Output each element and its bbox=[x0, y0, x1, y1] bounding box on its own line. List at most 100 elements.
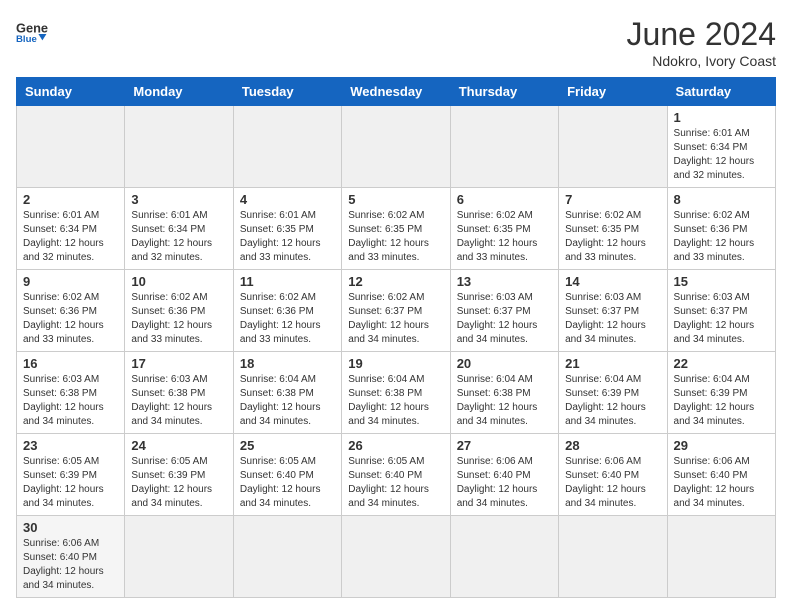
day-info: Sunrise: 6:04 AMSunset: 6:38 PMDaylight:… bbox=[457, 373, 552, 429]
day-number: 24 bbox=[131, 438, 226, 453]
calendar-day-cell: 25Sunrise: 6:05 AMSunset: 6:40 PMDayligh… bbox=[233, 434, 341, 516]
day-info: Sunrise: 6:04 AMSunset: 6:39 PMDaylight:… bbox=[674, 373, 769, 429]
page-header: General Blue June 2024 Ndokro, Ivory Coa… bbox=[16, 16, 776, 69]
weekday-header: Monday bbox=[125, 78, 233, 106]
day-number: 9 bbox=[23, 274, 118, 289]
day-number: 26 bbox=[348, 438, 443, 453]
calendar-day-cell: 2Sunrise: 6:01 AMSunset: 6:34 PMDaylight… bbox=[17, 188, 125, 270]
calendar-day-cell: 5 Sunrise: 6:02 AMSunset: 6:35 PMDaylight… bbox=[342, 188, 450, 270]
calendar-day-cell: 6Sunrise: 6:02 AMSunset: 6:35 PMDaylight… bbox=[450, 188, 558, 270]
calendar-day-cell: 15Sunrise: 6:03 AMSunset: 6:37 PMDayligh… bbox=[667, 270, 775, 352]
day-number: 14 bbox=[565, 274, 660, 289]
day-info: Sunrise: 6:02 AMSunset: 6:35 PMDaylight:… bbox=[348, 209, 443, 265]
calendar-day-cell: 24Sunrise: 6:05 AMSunset: 6:39 PMDayligh… bbox=[125, 434, 233, 516]
calendar-day-cell bbox=[233, 106, 341, 188]
calendar-day-cell: 21Sunrise: 6:04 AMSunset: 6:39 PMDayligh… bbox=[559, 352, 667, 434]
day-number: 6 bbox=[457, 192, 552, 207]
calendar-week-row: 30Sunrise: 6:06 AMSunset: 6:40 PMDayligh… bbox=[17, 516, 776, 598]
day-number: 18 bbox=[240, 356, 335, 371]
day-number: 3 bbox=[131, 192, 226, 207]
calendar-day-cell bbox=[233, 516, 341, 598]
calendar-day-cell: 28 Sunrise: 6:06 AMSunset: 6:40 PMDayligh… bbox=[559, 434, 667, 516]
day-info: Sunrise: 6:03 AMSunset: 6:38 PMDaylight:… bbox=[131, 373, 226, 429]
calendar-day-cell: 13 Sunrise: 6:03 AMSunset: 6:37 PMDayligh… bbox=[450, 270, 558, 352]
day-number: 1 bbox=[674, 110, 769, 125]
calendar-day-cell bbox=[342, 516, 450, 598]
day-info: Sunrise: 6:03 AMSunset: 6:37 PMDaylight:… bbox=[457, 291, 552, 347]
day-info: Sunrise: 6:04 AMSunset: 6:39 PMDaylight:… bbox=[565, 373, 660, 429]
calendar-day-cell: 7 Sunrise: 6:02 AMSunset: 6:35 PMDaylight… bbox=[559, 188, 667, 270]
calendar-day-cell: 10 Sunrise: 6:02 AMSunset: 6:36 PMDayligh… bbox=[125, 270, 233, 352]
day-number: 30 bbox=[23, 520, 118, 535]
day-info: Sunrise: 6:03 AMSunset: 6:37 PMDaylight:… bbox=[565, 291, 660, 347]
calendar-day-cell bbox=[17, 106, 125, 188]
calendar-day-cell: 4Sunrise: 6:01 AMSunset: 6:35 PMDaylight… bbox=[233, 188, 341, 270]
calendar-day-cell: 9Sunrise: 6:02 AMSunset: 6:36 PMDaylight… bbox=[17, 270, 125, 352]
weekday-header: Wednesday bbox=[342, 78, 450, 106]
calendar-day-cell: 26Sunrise: 6:05 AMSunset: 6:40 PMDayligh… bbox=[342, 434, 450, 516]
calendar-day-cell: 8Sunrise: 6:02 AMSunset: 6:36 PMDaylight… bbox=[667, 188, 775, 270]
calendar-day-cell: 16 Sunrise: 6:03 AMSunset: 6:38 PMDayligh… bbox=[17, 352, 125, 434]
day-info: Sunrise: 6:06 AMSunset: 6:40 PMDaylight:… bbox=[565, 455, 660, 511]
day-info: Sunrise: 6:02 AMSunset: 6:37 PMDaylight:… bbox=[348, 291, 443, 347]
weekday-header-row: SundayMondayTuesdayWednesdayThursdayFrid… bbox=[17, 78, 776, 106]
day-info: Sunrise: 6:06 AMSunset: 6:40 PMDaylight:… bbox=[457, 455, 552, 511]
day-info: Sunrise: 6:03 AMSunset: 6:38 PMDaylight:… bbox=[23, 373, 118, 429]
calendar-day-cell: 23 Sunrise: 6:05 AMSunset: 6:39 PMDayligh… bbox=[17, 434, 125, 516]
day-number: 28 bbox=[565, 438, 660, 453]
calendar-week-row: 9 Sunrise: 6:02 AMSunset: 6:36 PMDaylight… bbox=[17, 270, 776, 352]
calendar-day-cell: 27 Sunrise: 6:06 AMSunset: 6:40 PMDayligh… bbox=[450, 434, 558, 516]
calendar-day-cell: 29 Sunrise: 6:06 AMSunset: 6:40 PMDayligh… bbox=[667, 434, 775, 516]
svg-text:Blue: Blue bbox=[16, 34, 37, 44]
day-number: 29 bbox=[674, 438, 769, 453]
month-title: June 2024 bbox=[627, 16, 776, 53]
calendar-day-cell: 20 Sunrise: 6:04 AMSunset: 6:38 PMDayligh… bbox=[450, 352, 558, 434]
calendar-day-cell bbox=[667, 516, 775, 598]
calendar-day-cell: 30Sunrise: 6:06 AMSunset: 6:40 PMDayligh… bbox=[17, 516, 125, 598]
weekday-header: Tuesday bbox=[233, 78, 341, 106]
day-info: Sunrise: 6:02 AMSunset: 6:36 PMDaylight:… bbox=[131, 291, 226, 347]
calendar-week-row: 23 Sunrise: 6:05 AMSunset: 6:39 PMDayligh… bbox=[17, 434, 776, 516]
calendar-day-cell: 14 Sunrise: 6:03 AMSunset: 6:37 PMDayligh… bbox=[559, 270, 667, 352]
calendar-day-cell: 18 Sunrise: 6:04 AMSunset: 6:38 PMDayligh… bbox=[233, 352, 341, 434]
day-info: Sunrise: 6:05 AMSunset: 6:39 PMDaylight:… bbox=[23, 455, 118, 511]
calendar-day-cell: 22 Sunrise: 6:04 AMSunset: 6:39 PMDayligh… bbox=[667, 352, 775, 434]
day-number: 13 bbox=[457, 274, 552, 289]
day-number: 22 bbox=[674, 356, 769, 371]
day-number: 8 bbox=[674, 192, 769, 207]
day-number: 11 bbox=[240, 274, 335, 289]
day-number: 20 bbox=[457, 356, 552, 371]
day-info: Sunrise: 6:02 AMSunset: 6:36 PMDaylight:… bbox=[240, 291, 335, 347]
weekday-header: Saturday bbox=[667, 78, 775, 106]
day-number: 23 bbox=[23, 438, 118, 453]
calendar-day-cell: 1Sunrise: 6:01 AMSunset: 6:34 PMDaylight… bbox=[667, 106, 775, 188]
calendar-day-cell bbox=[342, 106, 450, 188]
day-info: Sunrise: 6:02 AMSunset: 6:35 PMDaylight:… bbox=[565, 209, 660, 265]
day-number: 7 bbox=[565, 192, 660, 207]
logo-icon: General Blue bbox=[16, 16, 48, 44]
day-info: Sunrise: 6:04 AMSunset: 6:38 PMDaylight:… bbox=[240, 373, 335, 429]
calendar-week-row: 1Sunrise: 6:01 AMSunset: 6:34 PMDaylight… bbox=[17, 106, 776, 188]
svg-text:General: General bbox=[16, 20, 48, 35]
logo: General Blue bbox=[16, 16, 48, 44]
day-info: Sunrise: 6:04 AMSunset: 6:38 PMDaylight:… bbox=[348, 373, 443, 429]
day-number: 17 bbox=[131, 356, 226, 371]
location: Ndokro, Ivory Coast bbox=[627, 53, 776, 69]
day-number: 5 bbox=[348, 192, 443, 207]
weekday-header: Thursday bbox=[450, 78, 558, 106]
day-info: Sunrise: 6:06 AMSunset: 6:40 PMDaylight:… bbox=[674, 455, 769, 511]
calendar-table: SundayMondayTuesdayWednesdayThursdayFrid… bbox=[16, 77, 776, 598]
calendar-week-row: 16 Sunrise: 6:03 AMSunset: 6:38 PMDayligh… bbox=[17, 352, 776, 434]
day-number: 27 bbox=[457, 438, 552, 453]
calendar-day-cell bbox=[559, 106, 667, 188]
day-number: 10 bbox=[131, 274, 226, 289]
day-number: 16 bbox=[23, 356, 118, 371]
calendar-day-cell: 12Sunrise: 6:02 AMSunset: 6:37 PMDayligh… bbox=[342, 270, 450, 352]
day-info: Sunrise: 6:01 AMSunset: 6:34 PMDaylight:… bbox=[131, 209, 226, 265]
calendar-day-cell bbox=[450, 106, 558, 188]
day-number: 2 bbox=[23, 192, 118, 207]
calendar-day-cell: 19Sunrise: 6:04 AMSunset: 6:38 PMDayligh… bbox=[342, 352, 450, 434]
day-number: 15 bbox=[674, 274, 769, 289]
calendar-day-cell: 11 Sunrise: 6:02 AMSunset: 6:36 PMDayligh… bbox=[233, 270, 341, 352]
calendar-day-cell bbox=[125, 516, 233, 598]
